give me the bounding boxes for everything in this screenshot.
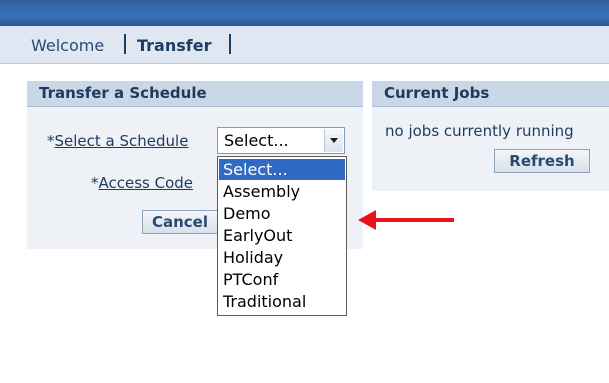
schedule-option[interactable]: Holiday [219, 247, 345, 268]
required-marker: * [91, 174, 99, 192]
schedule-select-value: Select... [224, 131, 289, 150]
required-marker: * [47, 132, 55, 150]
app-header-bar [0, 0, 609, 26]
chevron-down-icon[interactable] [324, 129, 343, 152]
schedule-option[interactable]: Assembly [219, 181, 345, 202]
schedule-option[interactable]: Select... [219, 159, 345, 180]
refresh-button[interactable]: Refresh [494, 149, 590, 173]
select-schedule-label: *Select a Schedule [47, 132, 188, 150]
schedule-select[interactable]: Select... [217, 127, 345, 154]
schedule-dropdown-list: Select... Assembly Demo EarlyOut Holiday… [217, 156, 347, 316]
schedule-option[interactable]: Traditional [219, 291, 345, 312]
schedule-option[interactable]: EarlyOut [219, 225, 345, 246]
annotation-arrow-icon [358, 210, 454, 230]
access-code-label-text: Access Code [98, 174, 194, 192]
nav-welcome-link[interactable]: Welcome [31, 36, 104, 55]
nav-separator [229, 34, 231, 54]
access-code-label: *Access Code [91, 174, 193, 192]
nav-separator [124, 34, 126, 54]
nav-bar: Welcome Transfer [0, 26, 609, 64]
nav-transfer-link[interactable]: Transfer [137, 36, 211, 55]
select-schedule-label-text: Select a Schedule [54, 132, 189, 150]
jobs-status-text: no jobs currently running [385, 122, 574, 140]
schedule-option[interactable]: PTConf [219, 269, 345, 290]
transfer-schedule-panel-title: Transfer a Schedule [27, 81, 363, 107]
current-jobs-panel-title: Current Jobs [372, 81, 609, 107]
cancel-button[interactable]: Cancel [142, 210, 218, 234]
schedule-option[interactable]: Demo [219, 203, 345, 224]
